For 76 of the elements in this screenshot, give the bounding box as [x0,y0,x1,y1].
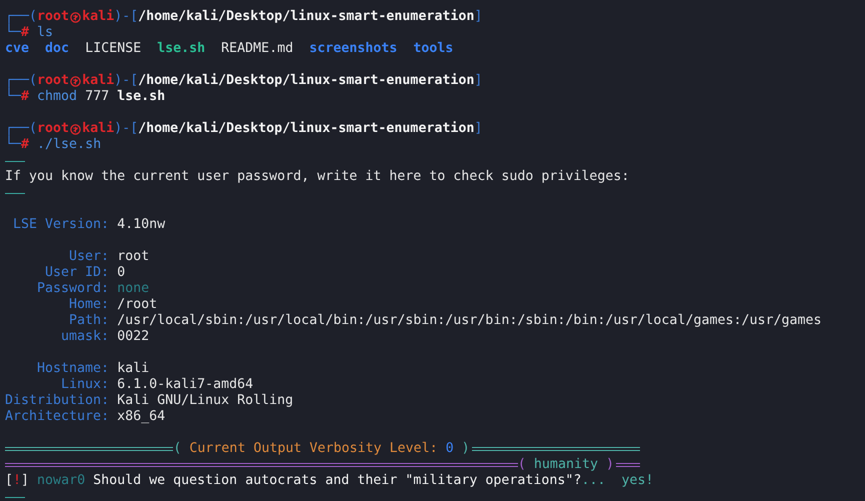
field-value: /root [117,297,158,313]
prompt-frame: )-[ [114,9,138,25]
prompt-host: kali [82,9,114,25]
prompt-frame: ] [474,121,482,137]
prompt-path: /home/kali/Desktop/linux-smart-enumeration [138,121,474,137]
prompt-frame: ┌──( [5,73,38,89]
prompt-host: kali [82,121,114,137]
prompt-frame: ┌──( [5,121,38,137]
prompt-user: root [37,73,70,89]
field-value: kali [117,361,150,377]
check-dots: ... [581,473,606,489]
file-name: README.md [221,41,294,57]
file-name: LICENSE [85,41,142,57]
field-label: Home: [68,297,110,313]
command-text: 777 [85,89,110,105]
directory-name: screenshots [309,41,398,57]
prompt-frame: └─ [5,89,22,105]
field-label: User: [68,249,110,265]
command-text: chmod [37,89,78,105]
prompt-frame: ] [474,9,482,25]
field-value: Kali GNU/Linux Rolling [117,393,294,409]
prompt-host: kali [82,73,114,89]
banner-value: 0 [446,441,454,457]
field-label: Linux: [60,377,110,393]
field-value: 6.1.0-kali7-amd64 [117,377,254,393]
field-value: 0022 [117,329,150,345]
banner-bracket: ) [462,441,470,457]
prompt-frame: ┌──( [5,9,38,25]
check-result: yes! [621,473,654,488]
exclamation-text: ! [13,473,22,489]
field-label: Hostname: [36,361,110,377]
field-label: User ID: [44,265,110,281]
field-value: x86_64 [117,409,166,425]
prompt-path: /home/kali/Desktop/linux-smart-enumeration [138,73,474,89]
circled-symbol-icon [70,76,82,86]
field-value: 0 [117,265,126,281]
prompt-frame: ] [474,73,482,89]
prompt-sigil: # [21,137,30,153]
directory-name: cve [5,41,30,57]
field-value: root [117,249,150,265]
command-text: ./lse.sh [37,137,102,153]
field-label: Architecture: [5,409,110,425]
circled-symbol-icon [70,12,82,22]
prompt-frame: )-[ [114,73,138,89]
check-tag: nowar0 [37,473,86,488]
field-label: Password: [36,281,110,297]
field-label: umask: [60,329,110,345]
banner-bracket: ) [606,457,614,473]
prompt-frame: )-[ [114,121,138,137]
field-label: Distribution: [5,393,110,409]
field-label: Path: [68,313,110,329]
directory-name: doc [45,41,70,57]
prompt-frame: └─ [5,25,22,41]
command-text: ls [37,25,54,41]
prompt-frame: └─ [5,137,22,153]
check-question: Should we question autocrats and their "military operations"? [93,473,582,488]
field-value: none [117,281,150,297]
check-bracket: ] [21,473,30,489]
prompt-user: root [37,9,70,25]
prompt-user: root [37,121,70,137]
check-bracket: [ [5,473,14,489]
banner-bracket: ( [173,441,182,457]
prompt-path: /home/kali/Desktop/linux-smart-enumeration [138,9,474,25]
command-text: lse.sh [117,89,166,105]
output-text: If you know the current user password, write it here to check sudo privileges: [5,169,630,185]
prompt-sigil: # [21,25,30,41]
field-label: LSE Version: [12,217,110,233]
field-value: 4.10nw [117,217,166,233]
directory-name: tools [413,41,454,57]
circled-symbol-icon [70,124,82,134]
banner-title: Current Output Verbosity Level: [189,441,438,457]
banner-bracket: ( [518,457,526,473]
executable-name: lse.sh [157,41,206,57]
banner-title: humanity [534,457,598,473]
prompt-sigil: # [21,89,30,105]
field-value: /usr/local/sbin:/usr/local/bin:/usr/sbin:/usr/bin:/sbin:/bin:/usr/local/games:/usr/games [117,313,822,329]
